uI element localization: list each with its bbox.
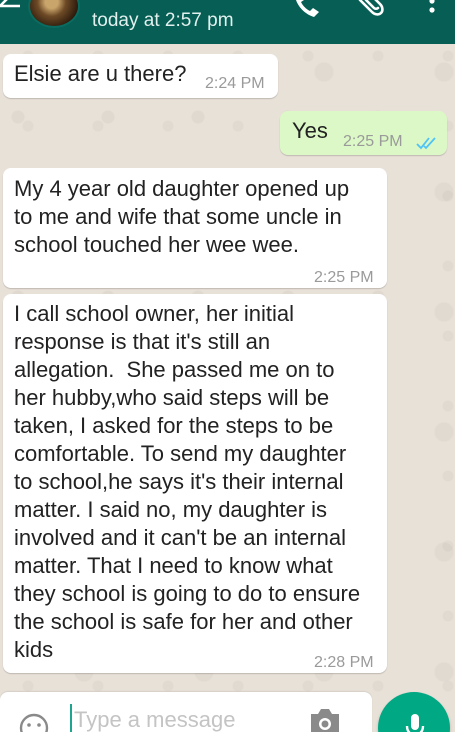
contact-avatar[interactable]: [28, 0, 80, 28]
message-time: 2:24 PM: [205, 75, 265, 92]
message-input[interactable]: [74, 704, 294, 732]
message-time: 2:25 PM: [314, 269, 374, 286]
back-arrow-icon[interactable]: [0, 0, 22, 18]
read-ticks-icon: [416, 129, 438, 150]
message-incoming[interactable]: I call school owner, her initial respons…: [3, 294, 387, 673]
message-text: Elsie are u there?: [14, 61, 187, 86]
message-time: 2:25 PM: [343, 133, 403, 150]
message-text: Yes: [292, 118, 328, 143]
text-cursor: [70, 704, 72, 732]
more-vert-icon[interactable]: [424, 0, 440, 20]
message-outgoing[interactable]: Yes 2:25 PM: [280, 111, 447, 155]
emoji-icon[interactable]: [18, 712, 50, 732]
message-composer: [0, 692, 372, 732]
message-text: My 4 year old daughter opened up to me a…: [14, 176, 350, 257]
phone-icon[interactable]: [292, 0, 322, 20]
message-time: 2:28 PM: [314, 654, 374, 671]
message-incoming[interactable]: My 4 year old daughter opened up to me a…: [3, 168, 387, 288]
message-text: I call school owner, her initial respons…: [14, 301, 361, 662]
paperclip-icon[interactable]: [356, 0, 390, 20]
mic-icon: [404, 712, 426, 732]
last-seen-status: today at 2:57 pm: [92, 10, 234, 31]
chat-header: today at 2:57 pm: [0, 0, 455, 44]
message-incoming[interactable]: Elsie are u there? 2:24 PM: [3, 54, 278, 98]
camera-icon[interactable]: [308, 706, 342, 732]
